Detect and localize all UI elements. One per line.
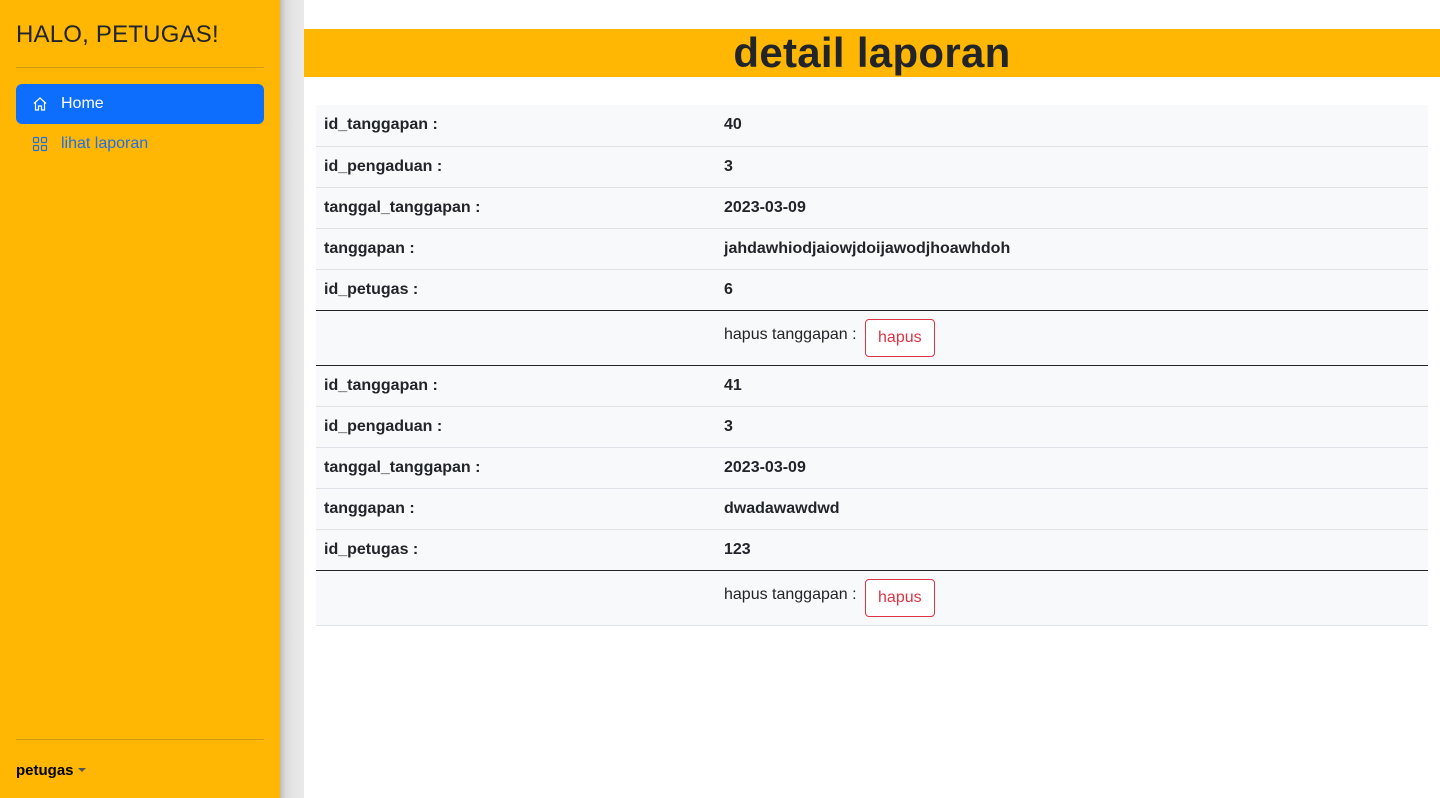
sidebar: HALO, PETUGAS! Home lihat laporan petuga… <box>0 0 280 798</box>
grid-icon <box>32 136 48 152</box>
sidebar-item-label: lihat laporan <box>61 135 149 152</box>
main-content: detail laporan id_tanggapan : 40 id_peng… <box>304 0 1440 798</box>
field-label: tanggapan : <box>316 488 716 530</box>
table-row: tanggapan : jahdawhiodjaiowjdoijawodjhoa… <box>316 228 1428 270</box>
detail-table: id_tanggapan : 40 id_pengaduan : 3 tangg… <box>316 105 1428 626</box>
field-label: tanggal_tanggapan : <box>316 447 716 489</box>
empty-cell <box>316 310 716 366</box>
user-name: petugas <box>16 761 74 779</box>
table-row: id_petugas : 6 <box>316 269 1428 311</box>
sidebar-item-label: Home <box>61 95 104 112</box>
field-value: 123 <box>716 529 1428 571</box>
field-label: tanggal_tanggapan : <box>316 187 716 229</box>
hapus-button[interactable]: hapus <box>865 578 935 617</box>
table-row: id_pengaduan : 3 <box>316 146 1428 188</box>
footer-divider <box>16 739 264 740</box>
table-row: id_pengaduan : 3 <box>316 406 1428 448</box>
field-value: 2023-03-09 <box>716 187 1428 229</box>
field-value: 41 <box>716 365 1428 407</box>
field-value: 40 <box>716 105 1428 147</box>
sidebar-nav: Home lihat laporan <box>16 84 264 164</box>
table-row: tanggal_tanggapan : 2023-03-09 <box>316 447 1428 489</box>
table-row: tanggal_tanggapan : 2023-03-09 <box>316 187 1428 229</box>
field-label: tanggapan : <box>316 228 716 270</box>
table-row: id_tanggapan : 41 <box>316 365 1428 407</box>
field-label: id_petugas : <box>316 269 716 311</box>
field-label: id_tanggapan : <box>316 105 716 147</box>
hapus-button[interactable]: hapus <box>865 318 935 357</box>
field-value: 3 <box>716 146 1428 188</box>
table-row: id_petugas : 123 <box>316 529 1428 571</box>
hapus-tanggapan-label: hapus tanggapan : <box>724 325 857 343</box>
caret-down-icon <box>77 768 86 772</box>
field-label: id_petugas : <box>316 529 716 571</box>
action-cell: hapus tanggapan : hapus <box>716 570 1428 626</box>
field-value: 2023-03-09 <box>716 447 1428 489</box>
field-value: 6 <box>716 269 1428 311</box>
sidebar-footer: petugas <box>16 739 264 798</box>
page-title: detail laporan <box>733 29 1011 76</box>
sidebar-divider <box>16 67 264 68</box>
home-icon <box>32 96 48 112</box>
action-cell: hapus tanggapan : hapus <box>716 310 1428 366</box>
sidebar-item-lihat-laporan[interactable]: lihat laporan <box>16 124 264 164</box>
action-row: hapus tanggapan : hapus <box>316 570 1428 626</box>
table-row: tanggapan : dwadawawdwd <box>316 488 1428 530</box>
field-label: id_pengaduan : <box>316 406 716 448</box>
field-label: id_pengaduan : <box>316 146 716 188</box>
field-value: 3 <box>716 406 1428 448</box>
field-value: jahdawhiodjaiowjdoijawodjhoawhdoh <box>716 228 1428 270</box>
table-row: id_tanggapan : 40 <box>316 105 1428 147</box>
field-value: dwadawawdwd <box>716 488 1428 530</box>
sidebar-item-home[interactable]: Home <box>16 84 264 124</box>
hapus-tanggapan-label: hapus tanggapan : <box>724 585 857 603</box>
action-row: hapus tanggapan : hapus <box>316 310 1428 366</box>
page-header: detail laporan <box>304 29 1440 77</box>
brand-title: HALO, PETUGAS! <box>16 21 219 48</box>
field-label: id_tanggapan : <box>316 365 716 407</box>
empty-cell <box>316 570 716 626</box>
sidebar-shadow <box>280 0 304 798</box>
user-dropdown[interactable]: petugas <box>16 761 264 779</box>
